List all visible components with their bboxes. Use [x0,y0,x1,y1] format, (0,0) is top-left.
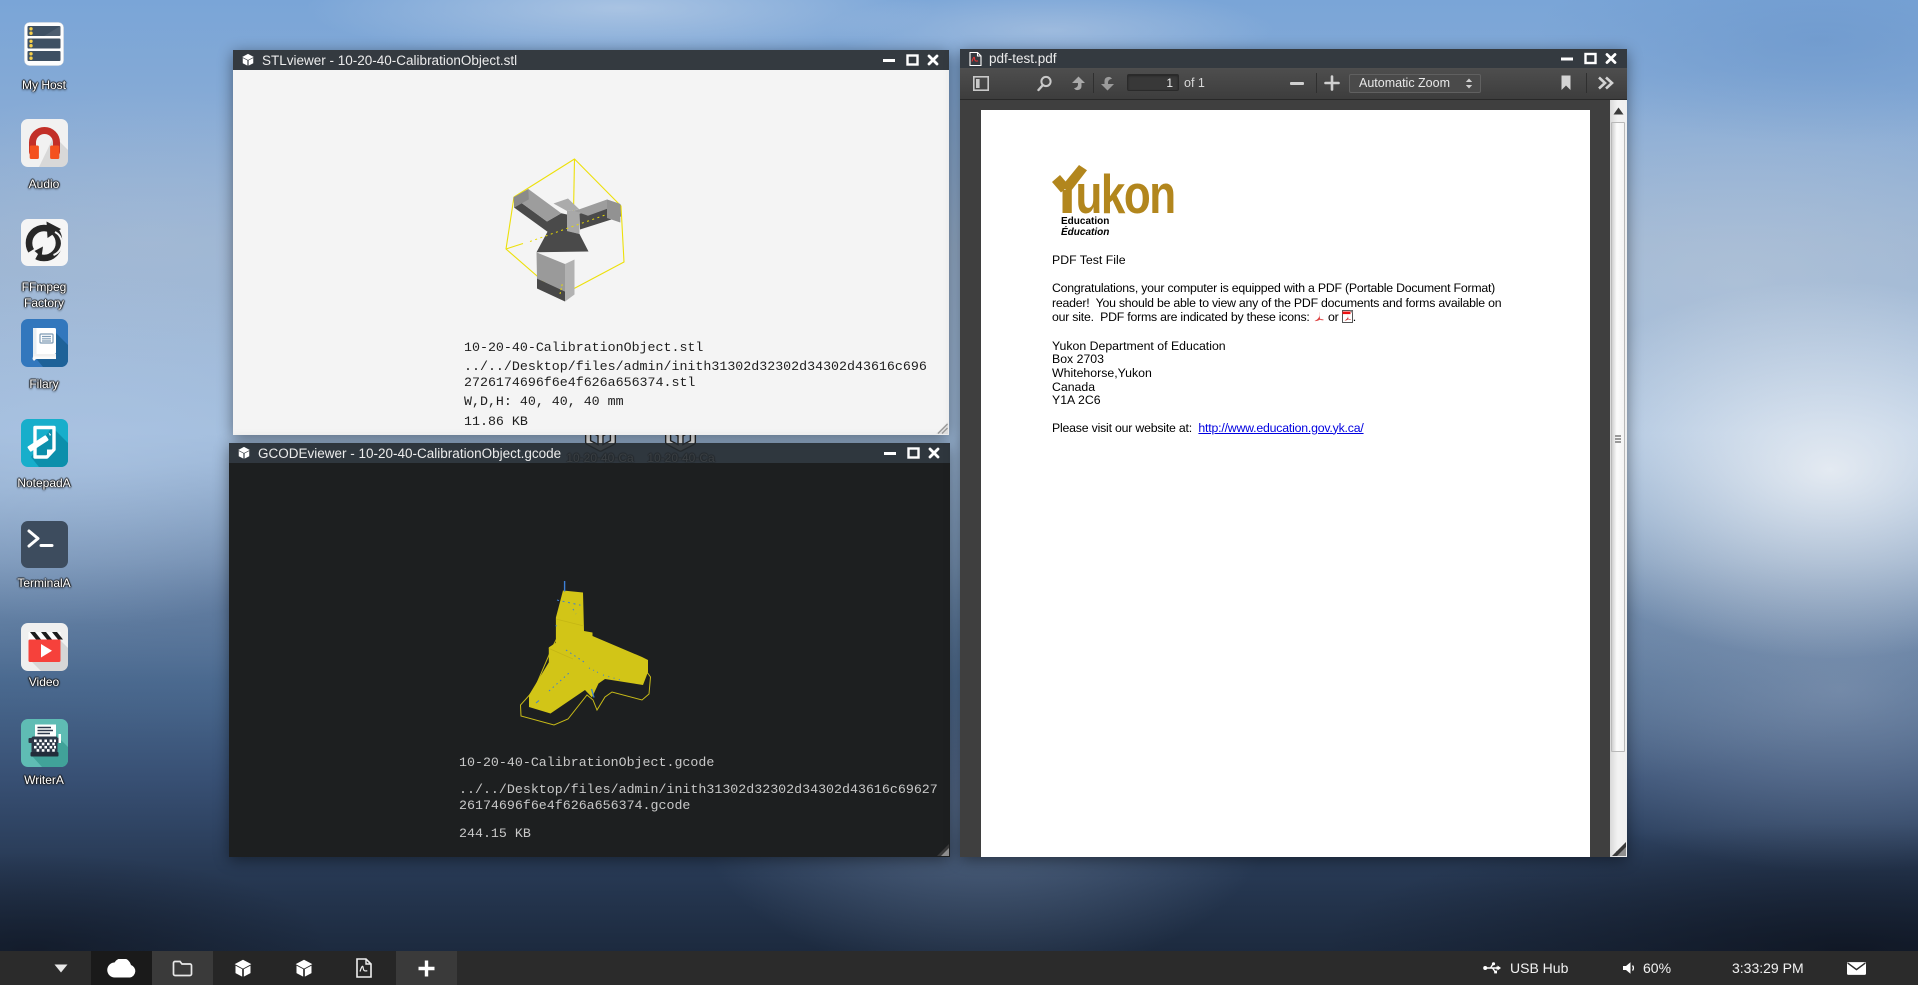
svg-text:ukon: ukon [1076,163,1175,214]
